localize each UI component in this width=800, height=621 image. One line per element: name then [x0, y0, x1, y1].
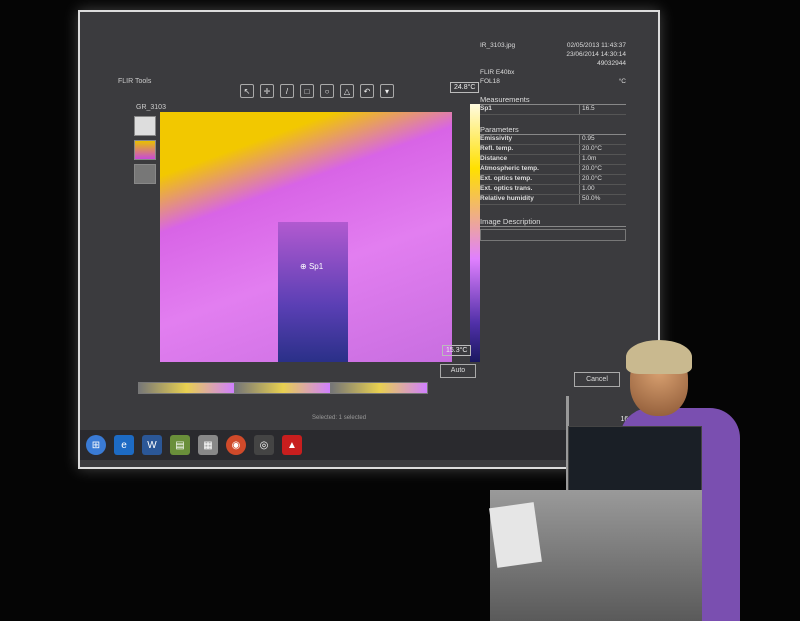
- palette-dropdown-icon[interactable]: ▾: [380, 84, 394, 98]
- toolbar: ↖ ✛ / □ ○ △ ↶ ▾: [240, 84, 394, 102]
- param-row[interactable]: Atmospheric temp. 20.0°C: [480, 165, 626, 175]
- thumbnail-other[interactable]: [134, 164, 156, 184]
- param-row[interactable]: Distance 1.0m: [480, 155, 626, 165]
- camera-app-icon[interactable]: ◎: [254, 435, 274, 455]
- date1: 02/05/2013 11:43:37: [566, 42, 626, 49]
- crosshair-icon: ⊕: [300, 262, 307, 271]
- spot-label: Sp1: [308, 262, 324, 271]
- circle-tool-icon[interactable]: ○: [320, 84, 334, 98]
- word-icon[interactable]: W: [142, 435, 162, 455]
- strip-segment[interactable]: [331, 382, 429, 394]
- box-tool-icon[interactable]: □: [300, 84, 314, 98]
- triangle-tool-icon[interactable]: △: [340, 84, 354, 98]
- info-panel: IR_3103.jpg 02/05/2013 11:43:37 23/06/20…: [480, 42, 626, 241]
- undo-icon[interactable]: ↶: [360, 84, 374, 98]
- serial: 49032944: [597, 60, 626, 67]
- unit: °C: [618, 78, 626, 85]
- strip-segment[interactable]: [138, 382, 235, 394]
- select-tool-icon[interactable]: ↖: [240, 84, 254, 98]
- image-description-header: Image Description: [480, 217, 626, 227]
- temp-min-field[interactable]: 15.3°C: [442, 345, 472, 356]
- strip-segment[interactable]: [234, 382, 332, 394]
- camera-model: FLIR E40bx: [480, 69, 515, 76]
- presenter-hair: [626, 340, 692, 374]
- document-name: GR_3103: [136, 104, 166, 111]
- line-tool-icon[interactable]: /: [280, 84, 294, 98]
- cancel-button[interactable]: Cancel: [574, 372, 620, 387]
- measurements-header: Measurements: [480, 95, 626, 105]
- thumbnail-ir[interactable]: [134, 140, 156, 160]
- corridor-region: [278, 222, 348, 362]
- parameters-header: Parameters: [480, 125, 626, 135]
- thermal-image[interactable]: ⊕ Sp1: [160, 112, 452, 362]
- param-row[interactable]: Emissivity 0.95: [480, 135, 626, 145]
- date2: 23/06/2014 14:30:14: [566, 51, 626, 58]
- param-row[interactable]: Ext. optics temp. 20.0°C: [480, 175, 626, 185]
- lens: FOL18: [480, 78, 500, 85]
- chrome-icon[interactable]: ◉: [226, 435, 246, 455]
- thumbnail-strip: [134, 116, 156, 188]
- bottom-strip: [138, 382, 429, 394]
- ie-icon[interactable]: e: [114, 435, 134, 455]
- explorer-icon[interactable]: ▤: [170, 435, 190, 455]
- parameters-table: Emissivity 0.95 Refl. temp. 20.0°C Distanc…: [480, 135, 626, 205]
- status-text: Selected: 1 selected: [312, 415, 367, 421]
- temp-max-field[interactable]: 24.8°C: [450, 82, 480, 93]
- image-description-field[interactable]: [480, 229, 626, 241]
- paper-sheet: [489, 502, 542, 568]
- start-icon[interactable]: ⊞: [86, 435, 106, 455]
- param-row[interactable]: Relative humidity 50.0%: [480, 195, 626, 205]
- color-scale[interactable]: [470, 104, 480, 362]
- pdf-icon[interactable]: ▲: [282, 435, 302, 455]
- filename: IR_3103.jpg: [480, 42, 516, 49]
- auto-button[interactable]: Auto: [440, 364, 476, 378]
- measurement-row[interactable]: Sp1 16.5: [480, 105, 626, 115]
- projection-screen: FLIR Tools ↖ ✛ / □ ○ △ ↶ ▾ GR_3103 ⊕ Sp1…: [78, 10, 660, 469]
- calculator-icon[interactable]: ▦: [198, 435, 218, 455]
- param-row[interactable]: Refl. temp. 20.0°C: [480, 145, 626, 155]
- param-row[interactable]: Ext. optics trans. 1.00: [480, 185, 626, 195]
- spot-tool-icon[interactable]: ✛: [260, 84, 274, 98]
- spot-marker[interactable]: ⊕ Sp1: [300, 262, 323, 271]
- laptop: [568, 426, 702, 492]
- thumbnail-visual[interactable]: [134, 116, 156, 136]
